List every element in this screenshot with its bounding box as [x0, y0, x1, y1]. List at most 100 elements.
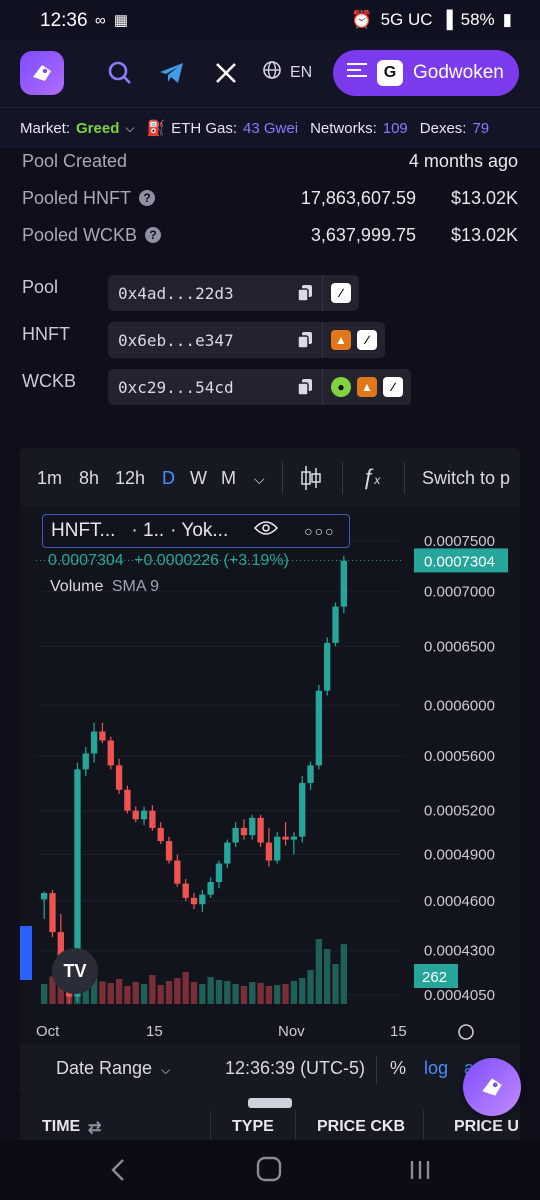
explorer-icon[interactable]: ∕ — [331, 283, 351, 303]
indicators-icon[interactable]: ƒx — [362, 464, 380, 490]
chevron-down-icon[interactable]: ⌵ — [125, 121, 134, 136]
panel-toggle[interactable] — [20, 926, 32, 980]
dexes-label: Dexes: — [419, 119, 467, 137]
sma-label: SMA 9 — [111, 578, 159, 595]
explorer-icon[interactable]: ∕ — [383, 377, 403, 397]
candle-body — [232, 827, 239, 843]
candle-body — [182, 883, 189, 898]
networks-value: 109 — [382, 119, 408, 137]
timeframe-d[interactable]: D — [162, 468, 175, 489]
timeframe-8h[interactable]: 8h — [79, 468, 99, 489]
logo-icon — [482, 1078, 502, 1096]
candle-body — [99, 731, 106, 741]
candle-body — [274, 836, 281, 861]
toolbar-divider — [376, 1056, 377, 1084]
legend-change: +0.0000226 (+3.19%) — [134, 552, 289, 569]
log-toggle[interactable]: log — [424, 1058, 448, 1079]
address-text[interactable]: 0xc29...54cd — [108, 378, 294, 397]
candle-body — [140, 810, 148, 820]
chain-selector-button[interactable]: G Godwoken — [333, 50, 519, 96]
y-tick-label: 0.0007500 — [424, 533, 495, 550]
timeframe-w[interactable]: W — [190, 468, 207, 489]
chevron-down-icon: ⌵ — [161, 1063, 171, 1077]
timeframe-m[interactable]: M — [221, 468, 236, 489]
chart-clock[interactable]: 12:36:39 (UTC-5) — [225, 1058, 365, 1079]
chart-symbol-legend[interactable]: HNFT... · 1.. · Yok... ○○○ — [42, 514, 350, 548]
candle-body — [132, 810, 139, 820]
candle-body — [240, 827, 248, 836]
drag-handle[interactable] — [248, 1098, 292, 1108]
column-divider — [423, 1110, 424, 1140]
eye-icon[interactable] — [254, 520, 279, 542]
volume-legend: Volume SMA 9 — [50, 578, 159, 596]
help-icon[interactable]: ? — [139, 190, 156, 206]
copy-icon[interactable] — [294, 282, 316, 304]
y-tick-label: 0.0004050 — [424, 987, 495, 1004]
candle-body — [199, 894, 206, 905]
explorer-links: ● ▲ ∕ — [322, 369, 411, 405]
column-time[interactable]: TIME — [42, 1118, 80, 1136]
stat-amount: 3,637,999.75 — [310, 224, 416, 245]
address-label-hnft: HNFT — [22, 324, 70, 344]
battery-icon: ▮ — [502, 10, 512, 29]
language-selector[interactable]: EN — [262, 60, 312, 85]
date-range-button[interactable]: Date Range ⌵ — [56, 1058, 170, 1079]
metamask-icon[interactable]: ▲ — [331, 330, 351, 350]
last-price-label: 0.0007304 — [424, 553, 495, 570]
stat-usd: $13.02K — [450, 224, 518, 245]
chart-panel: 1m 8h 12h D W M ⌵ ƒx Switch to p 0.00075… — [20, 448, 520, 1096]
home-icon[interactable] — [256, 1156, 282, 1187]
address-text[interactable]: 0x6eb...e347 — [108, 331, 294, 350]
language-label: EN — [290, 63, 313, 81]
recents-icon[interactable] — [408, 1158, 432, 1187]
stat-label: Pooled WCKB — [22, 224, 138, 245]
volume-bar — [107, 983, 114, 1004]
address-label-pool: Pool — [22, 277, 59, 297]
x-icon[interactable] — [212, 59, 240, 87]
market-sentiment[interactable]: Greed — [76, 120, 119, 137]
candle-body — [257, 817, 264, 843]
help-icon[interactable]: ? — [145, 227, 162, 243]
timeframe-1m[interactable]: 1m — [37, 468, 62, 489]
timeframe-12h[interactable]: 12h — [115, 468, 145, 489]
address-text[interactable]: 0x4ad...22d3 — [108, 284, 294, 303]
column-price-usd[interactable]: PRICE U — [454, 1118, 519, 1136]
chevron-down-icon[interactable]: ⌵ — [254, 471, 265, 488]
date-range-label: Date Range — [56, 1058, 153, 1078]
copy-icon[interactable] — [294, 376, 316, 398]
address-box-hnft: 0x6eb...e347 ▲ ∕ — [108, 322, 385, 358]
metamask-icon[interactable]: ▲ — [357, 377, 377, 397]
telegram-icon[interactable] — [158, 59, 186, 87]
switch-chart-button[interactable]: Switch to p — [422, 468, 510, 489]
candle-body — [190, 897, 198, 905]
candle-body — [165, 841, 173, 861]
back-icon[interactable] — [108, 1158, 128, 1187]
swap-icon[interactable]: ⇄ — [88, 1118, 101, 1138]
gas-pump-icon: ⛽ — [146, 120, 166, 137]
tradingview-logo-icon[interactable]: TV — [52, 948, 98, 994]
candle-body — [332, 606, 339, 643]
candle-body — [115, 765, 123, 790]
percent-toggle[interactable]: % — [390, 1058, 406, 1079]
candles-icon[interactable] — [300, 464, 322, 497]
address-box-pool: 0x4ad...22d3 ∕ — [108, 275, 359, 311]
more-icon[interactable]: ○○○ — [304, 523, 335, 539]
copy-icon[interactable] — [294, 329, 316, 351]
gas-value: 43 Gwei — [243, 119, 299, 137]
price-chart[interactable]: 0.0007500 0.0007000 0.0006500 0.0006000 0.00… — [20, 506, 520, 1044]
column-price-ckb[interactable]: PRICE CKB — [317, 1118, 405, 1136]
status-time: 12:36 — [40, 10, 88, 31]
status-bar: 12:36 ∞ ▦ ⏰ 5G UC ▐ 58% ▮ — [0, 0, 540, 40]
floating-app-button[interactable] — [463, 1058, 521, 1116]
logo-icon[interactable] — [20, 51, 64, 95]
market-label: Market: — [20, 119, 71, 137]
x-tick-label: 15 — [390, 1023, 407, 1040]
column-type[interactable]: TYPE — [232, 1118, 274, 1136]
coingecko-icon[interactable]: ● — [331, 377, 351, 397]
godwoken-logo-icon: G — [377, 60, 403, 86]
volume-bar — [340, 944, 347, 1004]
candle-body — [265, 842, 273, 861]
signal-icon: ▐ — [440, 10, 453, 29]
explorer-icon[interactable]: ∕ — [357, 330, 377, 350]
search-icon[interactable] — [106, 59, 134, 87]
